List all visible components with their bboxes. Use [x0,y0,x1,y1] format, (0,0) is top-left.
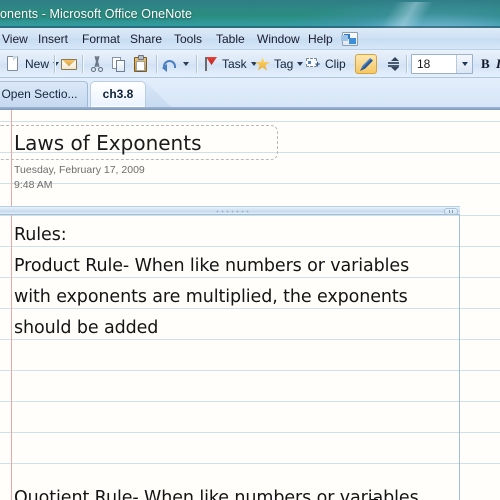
task-button[interactable]: Task [202,53,257,75]
task-flag-icon [202,55,220,73]
clipped-note-line[interactable]: Quotient Rule- When like numbers or vari… [14,485,419,500]
menu-bar: View Insert Format Share Tools Table Win… [0,28,500,50]
tag-star-icon [254,55,272,73]
italic-button[interactable]: I [496,54,500,74]
menu-item-view[interactable]: View [0,30,30,48]
clip-button-label: Clip [325,57,346,71]
tab-strip-slant [145,81,171,107]
menu-item-format[interactable]: Format [80,30,122,48]
task-button-label: Task [222,57,247,71]
note-page-surface[interactable]: Laws of Exponents Tuesday, February 17, … [0,110,500,500]
copy-icon [110,55,128,73]
toolbar-separator [196,55,197,73]
note-line[interactable]: Rules: [14,220,67,251]
copy-button[interactable] [110,53,128,75]
page-rule-line [0,183,500,184]
chevron-down-icon[interactable] [297,62,304,66]
ink-pen-icon [355,54,377,74]
onenote-window-icon[interactable] [342,32,358,46]
cut-button[interactable] [88,53,106,75]
paste-icon [132,55,150,73]
menu-item-tools[interactable]: Tools [172,30,204,48]
page-rule-line [0,121,500,122]
paste-button[interactable] [132,53,150,75]
note-line[interactable]: should be added [14,313,158,344]
chevron-down-icon[interactable] [183,62,189,66]
font-size-combobox[interactable]: 18 [411,54,473,74]
toolbar-separator [54,55,55,73]
email-icon [60,55,78,73]
toolbar-separator [406,55,407,73]
menu-item-share[interactable]: Share [128,30,164,48]
note-line[interactable]: with exponents are multiplied, the expon… [14,282,408,313]
window-title: onents - Microsoft Office OneNote [0,7,193,21]
note-container-drag-handle[interactable] [0,206,460,215]
screen-clipping-button[interactable]: + Clip [305,53,346,75]
menu-item-help[interactable]: Help [306,30,335,48]
new-page-icon [4,55,22,73]
new-button-label: New [25,57,50,71]
note-text-body[interactable]: Rules: Product Rule- When like numbers o… [0,216,459,500]
note-container[interactable]: Rules: Product Rule- When like numbers o… [0,206,460,500]
cut-icon [88,55,106,73]
sidebar-item-open-section[interactable]: Open Sectio... [0,81,88,107]
page-time: 9:48 AM [14,179,53,191]
line-spacing-icon [386,55,404,73]
note-grip-dots [215,210,251,213]
titlebar-swoosh [357,2,457,28]
window-titlebar[interactable]: onents - Microsoft Office OneNote [0,0,500,28]
onenote-window: onents - Microsoft Office OneNote View I… [0,0,500,500]
screen-clipping-icon: + [305,55,323,73]
note-line[interactable]: Product Rule- When like numbers or varia… [14,251,409,282]
new-button[interactable]: New [4,53,60,75]
page-date: Tuesday, February 17, 2009 [14,164,145,176]
toolbar-separator [82,55,83,73]
bold-button[interactable]: B [481,54,490,74]
line-spacing-button[interactable] [386,53,404,75]
menu-item-window[interactable]: Window [255,30,302,48]
toolbar-separator [156,55,157,73]
font-size-dropdown-arrow[interactable] [456,55,472,73]
ink-tools-button[interactable] [355,53,377,75]
note-resize-handle[interactable] [444,208,458,215]
undo-button[interactable] [161,53,189,75]
undo-icon [161,55,179,73]
font-size-value: 18 [417,57,431,71]
standard-toolbar: New Task Tag + Clip 18 B [0,50,500,78]
section-tab-strip: Open Sectio... ch3.8 [0,78,500,110]
menu-item-table[interactable]: Table [214,30,247,48]
page-title[interactable]: Laws of Exponents [14,129,202,157]
email-page-button[interactable] [60,53,78,75]
tag-button-label: Tag [274,57,294,71]
tab-ch3-8[interactable]: ch3.8 [90,81,146,107]
menu-item-insert[interactable]: Insert [36,30,70,48]
tag-button[interactable]: Tag [254,53,304,75]
